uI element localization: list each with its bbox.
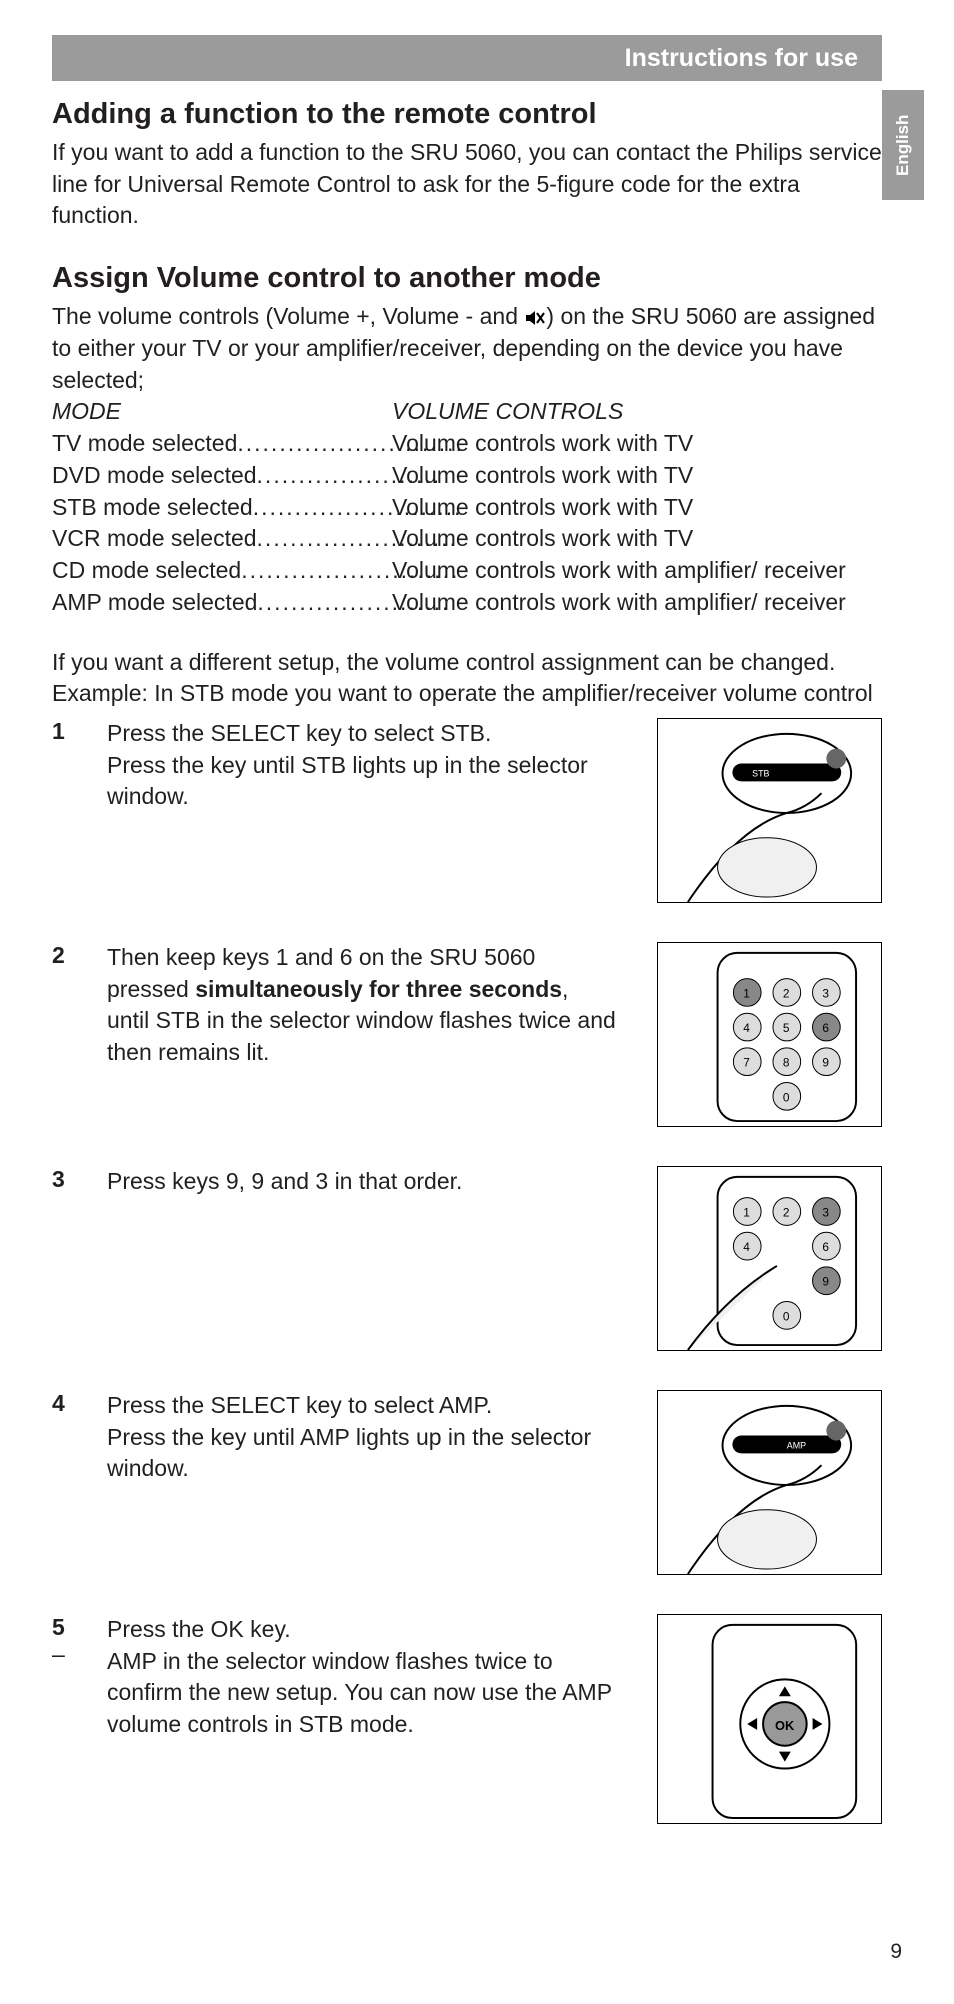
- mode-row: TV mode selected........................…: [52, 428, 882, 460]
- svg-text:5: 5: [783, 1021, 790, 1035]
- step-text: Press the OK key. AMP in the selector wi…: [107, 1614, 617, 1824]
- step-2: 2 Then keep keys 1 and 6 on the SRU 5060…: [52, 942, 882, 1142]
- svg-text:OK: OK: [775, 1718, 795, 1733]
- svg-text:1: 1: [743, 1205, 750, 1219]
- step-1: 1 Press the SELECT key to select STB. Pr…: [52, 718, 882, 918]
- language-label: English: [893, 114, 913, 175]
- step-text: Press the SELECT key to select STB. Pres…: [107, 718, 617, 918]
- svg-text:9: 9: [822, 1275, 829, 1289]
- mode-row: VCR mode selected.......................…: [52, 523, 882, 555]
- page-content: Adding a function to the remote control …: [52, 98, 882, 1848]
- mode-table-header: MODE VOLUME CONTROLS: [52, 396, 882, 428]
- svg-text:STB: STB: [752, 768, 769, 778]
- step-5: 5 – Press the OK key. AMP in the selecto…: [52, 1614, 882, 1824]
- step-number: 5 –: [52, 1614, 107, 1824]
- step-number: 4: [52, 1390, 107, 1590]
- section1-heading: Adding a function to the remote control: [52, 98, 882, 131]
- svg-text:7: 7: [743, 1056, 750, 1070]
- svg-text:6: 6: [822, 1021, 829, 1035]
- controls-col-header: VOLUME CONTROLS: [392, 396, 623, 428]
- page-number: 9: [890, 1940, 902, 1964]
- illustration-remote-keys-1-6: 1 2 3 4 5 6 7 8 9 0: [657, 942, 882, 1127]
- svg-text:3: 3: [822, 986, 829, 1000]
- step-3: 3 Press keys 9, 9 and 3 in that order. 1…: [52, 1166, 882, 1366]
- svg-text:3: 3: [822, 1205, 829, 1219]
- step-4: 4 Press the SELECT key to select AMP. Pr…: [52, 1390, 882, 1590]
- language-tab: English: [882, 90, 924, 200]
- mode-row: STB mode selected.......................…: [52, 492, 882, 524]
- svg-text:9: 9: [822, 1056, 829, 1070]
- mode-col-header: MODE: [52, 396, 392, 428]
- section2-intro: The volume controls (Volume +, Volume - …: [52, 301, 882, 396]
- mute-icon: [524, 308, 546, 328]
- svg-text:AMP: AMP: [787, 1440, 806, 1450]
- svg-text:2: 2: [783, 1205, 790, 1219]
- step-text: Press keys 9, 9 and 3 in that order.: [107, 1166, 617, 1366]
- header-title: Instructions for use: [625, 44, 858, 72]
- svg-text:2: 2: [783, 986, 790, 1000]
- illustration-remote-ok-key: OK: [657, 1614, 882, 1824]
- svg-text:1: 1: [743, 986, 750, 1000]
- section2-trailer: If you want a different setup, the volum…: [52, 647, 882, 710]
- svg-text:0: 0: [783, 1309, 790, 1323]
- step-text: Then keep keys 1 and 6 on the SRU 5060 p…: [107, 942, 617, 1142]
- illustration-remote-select-stb: STB: [657, 718, 882, 903]
- step-number: 3: [52, 1166, 107, 1366]
- svg-text:4: 4: [743, 1240, 750, 1254]
- mode-row: AMP mode selected.......................…: [52, 587, 882, 619]
- step-number: 2: [52, 942, 107, 1142]
- svg-text:4: 4: [743, 1021, 750, 1035]
- svg-text:0: 0: [783, 1090, 790, 1104]
- header-bar: Instructions for use: [52, 35, 882, 81]
- step-number: 1: [52, 718, 107, 918]
- steps-list: 1 Press the SELECT key to select STB. Pr…: [52, 718, 882, 1824]
- svg-text:6: 6: [822, 1240, 829, 1254]
- mode-row: DVD mode selected......................V…: [52, 460, 882, 492]
- section1-body: If you want to add a function to the SRU…: [52, 137, 882, 232]
- illustration-remote-keys-993: 1 2 3 4 6 9 0: [657, 1166, 882, 1351]
- illustration-remote-select-amp: AMP: [657, 1390, 882, 1575]
- section2-heading: Assign Volume control to another mode: [52, 262, 882, 295]
- step-text: Press the SELECT key to select AMP. Pres…: [107, 1390, 617, 1590]
- svg-text:8: 8: [783, 1056, 790, 1070]
- mode-row: CD mode selected........................…: [52, 555, 882, 587]
